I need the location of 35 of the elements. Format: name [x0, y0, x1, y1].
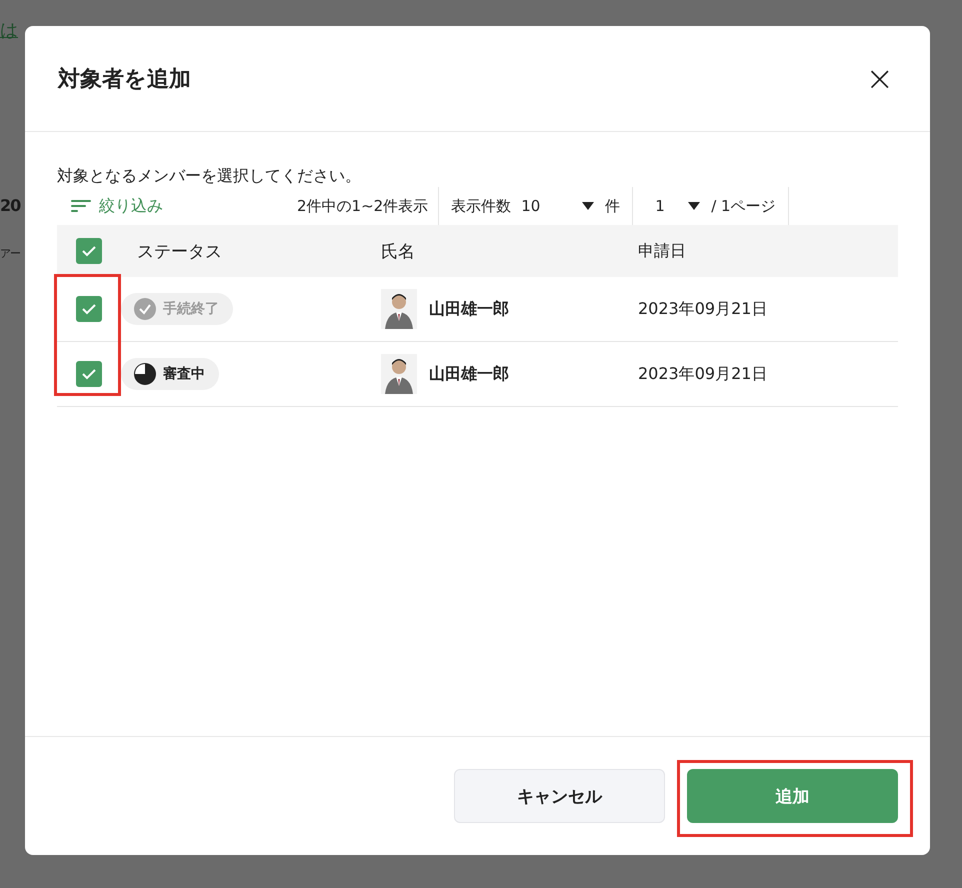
checkmark-icon — [81, 245, 97, 257]
close-button[interactable]: × — [862, 62, 898, 96]
checkmark-icon — [81, 303, 97, 315]
row-checkbox[interactable] — [76, 296, 102, 322]
row-checkbox[interactable] — [76, 361, 102, 387]
page-select[interactable]: 1 — [645, 197, 678, 215]
select-all-checkbox[interactable] — [76, 238, 102, 264]
checkmark-icon — [81, 368, 97, 380]
avatar-icon — [381, 354, 417, 394]
per-page-label: 表示件数 — [451, 196, 512, 216]
avatar-icon — [381, 289, 417, 329]
check-circle-icon — [133, 297, 157, 321]
heading: 20 — [0, 196, 20, 215]
per-page-unit: 件 — [605, 196, 620, 216]
member-name: 山田雄一郎 — [429, 298, 509, 320]
dropdown-icon[interactable] — [581, 201, 596, 211]
column-header: ステータス — [137, 242, 222, 262]
pie-icon — [133, 362, 157, 386]
cancel-button[interactable]: キャンセル — [454, 769, 665, 823]
application-date: 2023年09月21日 — [638, 298, 768, 318]
dialog-title: 対象者を追加 — [58, 66, 191, 94]
label: アー — [0, 246, 20, 261]
per-page-select[interactable]: 10 — [521, 197, 572, 215]
status-badge: 審査中 — [121, 358, 219, 390]
page-total: / 1ページ — [711, 196, 776, 216]
instruction-text: 対象となるメンバーを選択してください。 — [57, 166, 362, 187]
result-count: 2件中の1~2件表示 — [297, 196, 430, 216]
column-header: 氏名 — [381, 240, 415, 262]
dropdown-icon[interactable] — [687, 201, 702, 211]
column-header: 申請日 — [638, 240, 686, 260]
member-name: 山田雄一郎 — [429, 364, 509, 384]
status-badge: 手続終了 — [121, 293, 233, 325]
filter-icon — [71, 199, 91, 213]
filter-button[interactable]: 絞り込み — [57, 196, 297, 216]
application-date: 2023年09月21日 — [638, 364, 768, 382]
